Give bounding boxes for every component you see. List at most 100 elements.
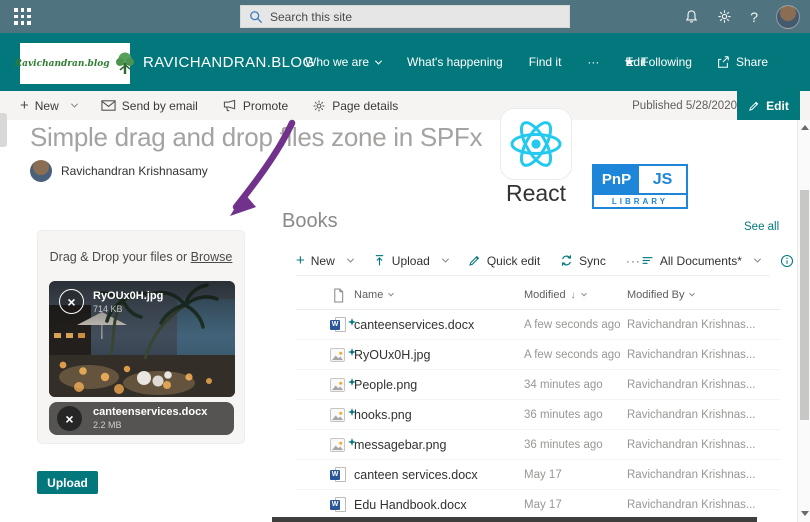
nav-item-who-we-are[interactable]: Who we are [305, 55, 381, 69]
table-row[interactable]: W Edu Handbook.docx May 17 Ravichandran … [296, 490, 780, 520]
nav-overflow-ellipsis[interactable]: ··· [587, 55, 599, 69]
table-row[interactable]: W canteen services.docx May 17 Ravichand… [296, 460, 780, 490]
send-by-email-button[interactable]: Send by email [101, 99, 198, 113]
word-file-icon: W [330, 467, 347, 483]
partial-webpart-edge [272, 517, 757, 522]
pencil-icon [748, 100, 760, 112]
react-atom-icon [503, 111, 569, 177]
author-avatar [30, 160, 52, 182]
share-button[interactable]: Share [716, 55, 768, 69]
library-upload-button[interactable]: Upload [373, 254, 448, 268]
word-file-icon: W [330, 497, 347, 513]
chevron-down-icon [389, 291, 395, 297]
top-navigation: Who we are What's happening Find it ··· … [305, 33, 646, 91]
promote-button[interactable]: Promote [222, 99, 288, 113]
help-icon[interactable]: ? [750, 9, 758, 25]
sync-button[interactable]: Sync [560, 254, 606, 268]
tree-logo-icon [114, 51, 136, 77]
info-icon[interactable] [780, 254, 794, 268]
pnpjs-logo: PnP JS LIBRARY [592, 164, 688, 209]
settings-gear-icon[interactable] [717, 9, 732, 24]
megaphone-icon [222, 99, 237, 112]
scroll-up-arrow-icon[interactable] [801, 125, 809, 130]
file-name-link[interactable]: RyOUx0H.jpg [354, 348, 430, 362]
drag-drop-zone[interactable]: Drag & Drop your files or Browse [37, 230, 245, 444]
see-all-link[interactable]: See all [744, 221, 779, 233]
image-file-icon [330, 348, 345, 362]
table-header: Name Modified↓ Modified By [296, 282, 780, 310]
column-header-modified[interactable]: Modified↓ [524, 289, 586, 301]
library-title: Books [282, 210, 338, 233]
library-new-button[interactable]: + New [296, 253, 353, 268]
following-button[interactable]: ★ Following [624, 54, 692, 70]
image-file-name: RyOUx0H.jpg [93, 290, 163, 302]
app-launcher-icon[interactable] [14, 8, 31, 25]
image-preview-card: × RyOUx0H.jpg 714 KB [49, 281, 235, 397]
chevron-down-icon [754, 256, 761, 263]
author-byline: Ravichandran Krishnasamy [30, 160, 208, 182]
file-name-link[interactable]: canteenservices.docx [354, 318, 474, 332]
remove-doc-file-button[interactable]: × [57, 406, 82, 431]
page-details-button[interactable]: Page details [312, 99, 398, 113]
chevron-down-icon [375, 57, 382, 64]
table-row[interactable]: People.png 34 minutes ago Ravichandran K… [296, 370, 780, 400]
modified-by-cell: Ravichandran Krishnas... [627, 349, 755, 361]
share-icon [716, 55, 730, 69]
browse-link[interactable]: Browse [191, 250, 233, 264]
table-row[interactable]: RyOUx0H.jpg A few seconds ago Ravichandr… [296, 340, 780, 370]
upload-icon [373, 254, 386, 267]
edit-page-button[interactable]: Edit [737, 91, 800, 120]
table-row[interactable]: messagebar.png 36 minutes ago Ravichandr… [296, 430, 780, 460]
account-avatar[interactable] [776, 5, 800, 29]
quick-edit-button[interactable]: Quick edit [468, 254, 540, 268]
modified-cell: 36 minutes ago [524, 409, 603, 421]
site-logo[interactable]: Ravichandran.blog [20, 43, 130, 84]
star-icon: ★ [624, 54, 636, 70]
table-row[interactable]: hooks.png 36 minutes ago Ravichandran Kr… [296, 400, 780, 430]
library-toolbar: + New Upload Quick edit Sync ··· [296, 246, 770, 276]
file-name-link[interactable]: canteen services.docx [354, 468, 478, 482]
vertical-scrollbar[interactable] [797, 120, 810, 522]
modified-cell: A few seconds ago [524, 349, 621, 361]
suite-bar: Search this site ? [0, 0, 810, 33]
nav-item-find-it[interactable]: Find it [529, 55, 562, 69]
file-name-link[interactable]: Edu Handbook.docx [354, 498, 467, 512]
modified-by-cell: Ravichandran Krishnas... [627, 379, 755, 391]
column-header-name[interactable]: Name [354, 289, 393, 301]
scrollbar-thumb[interactable] [800, 190, 809, 420]
chevron-down-icon [71, 101, 78, 108]
upload-button[interactable]: Upload [37, 471, 98, 494]
word-file-icon: W [330, 317, 347, 333]
gear-icon [312, 99, 326, 113]
image-file-icon [330, 438, 345, 452]
notifications-bell-icon[interactable] [684, 9, 699, 24]
plus-icon: + [20, 98, 29, 113]
scroll-down-arrow-icon[interactable] [801, 511, 809, 516]
file-type-column-icon[interactable] [332, 288, 345, 306]
search-input[interactable]: Search this site [240, 5, 570, 28]
modified-by-cell: Ravichandran Krishnas... [627, 409, 755, 421]
view-selector[interactable]: All Documents* [641, 254, 760, 268]
library-logo-text: LIBRARY [594, 193, 686, 207]
modified-cell: 36 minutes ago [524, 439, 603, 451]
column-header-modified-by[interactable]: Modified By [627, 289, 694, 301]
search-placeholder: Search this site [270, 10, 352, 24]
toolbar-overflow-button[interactable]: ··· [626, 254, 641, 268]
view-list-icon [641, 254, 654, 267]
site-logo-text: Ravichandran.blog [14, 59, 109, 69]
image-file-icon [330, 378, 345, 392]
file-name-link[interactable]: hooks.png [354, 408, 412, 422]
file-name-link[interactable]: People.png [354, 378, 417, 392]
nav-item-whats-happening[interactable]: What's happening [407, 55, 503, 69]
react-logo [500, 108, 572, 180]
envelope-icon [101, 99, 116, 112]
react-logo-label: React [489, 180, 583, 207]
published-status: Published 5/28/2020 [632, 91, 737, 120]
pencil-icon [468, 254, 481, 267]
file-name-link[interactable]: messagebar.png [354, 438, 446, 452]
page-title: Simple drag and drop files zone in SPFx [30, 122, 482, 153]
table-row[interactable]: W canteenservices.docx A few seconds ago… [296, 310, 780, 340]
new-menu-button[interactable]: + New [20, 98, 77, 113]
remove-image-file-button[interactable]: × [59, 289, 84, 314]
site-title[interactable]: RAVICHANDRAN.BLOG [143, 54, 315, 71]
